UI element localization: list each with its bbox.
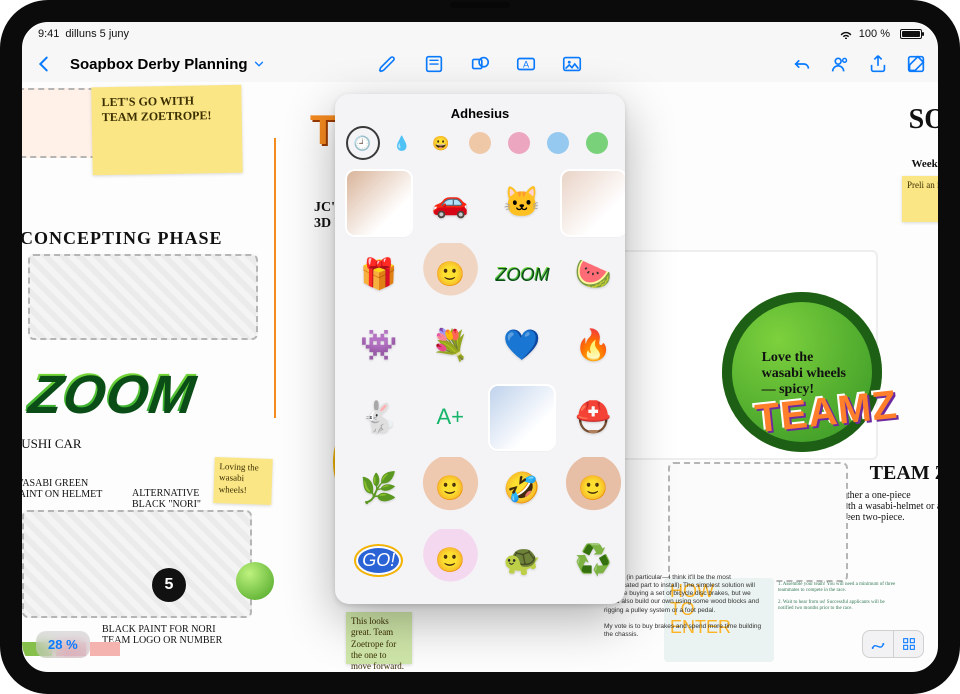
sticky-main[interactable]: LET'S GO WITH TEAM ZOETROPE! bbox=[91, 85, 243, 176]
zoom-wordart[interactable]: ZOOM bbox=[24, 362, 199, 424]
share-button[interactable] bbox=[866, 52, 890, 76]
sticker-zoom-word[interactable]: ZOOM bbox=[490, 243, 554, 307]
sticker-a-plus[interactable]: A+ bbox=[419, 386, 483, 450]
popover-tab-memoji3[interactable] bbox=[544, 129, 572, 157]
sketch-car-1[interactable] bbox=[28, 254, 258, 340]
sticker-gift[interactable]: 🎁 bbox=[347, 243, 411, 307]
collaborate-button[interactable] bbox=[828, 52, 852, 76]
ipad-camera-pill bbox=[450, 2, 510, 8]
popover-title: Adhesius bbox=[335, 94, 625, 129]
blueprint[interactable] bbox=[668, 462, 848, 582]
sticker-memoji-love[interactable]: 🙂 bbox=[562, 457, 626, 521]
logo-ooope[interactable] bbox=[22, 88, 102, 158]
popover-tab-memoji1[interactable] bbox=[466, 129, 494, 157]
view-toggle-freeform[interactable] bbox=[863, 631, 893, 657]
sticker-photo-kid[interactable] bbox=[490, 386, 554, 450]
five-ball[interactable]: 5 bbox=[152, 568, 186, 602]
popover-tab-memoji4[interactable] bbox=[583, 129, 611, 157]
sticker-kitten[interactable]: 🐱 bbox=[490, 171, 554, 235]
sticker-hands-heart[interactable] bbox=[562, 171, 626, 235]
tool-draw[interactable] bbox=[376, 52, 400, 76]
sticker-turtle[interactable]: 🐢 bbox=[490, 529, 554, 593]
sticker-rabbit[interactable]: 🐇 bbox=[347, 386, 411, 450]
sticker-helmet[interactable]: ⛑️ bbox=[562, 386, 626, 450]
label-sushi[interactable]: SUSHI CAR bbox=[22, 436, 82, 452]
sticker-memoji-explode[interactable]: 🙂 bbox=[419, 243, 483, 307]
tool-shape[interactable] bbox=[468, 52, 492, 76]
navbar: Soapbox Derby Planning A bbox=[22, 46, 938, 82]
label-team-z-desc[interactable]: Either a one-piece with a wasabi-helmet … bbox=[838, 490, 938, 523]
status-date: dilluns 5 juny bbox=[65, 28, 129, 40]
stickers-popover: Adhesius 🕘💧😀 🚗🐱🎁🙂ZOOM🍉👾💐💙🔥🐇A+⛑️🌿🙂🤣🙂GO!🙂🐢… bbox=[335, 94, 625, 604]
wifi-icon bbox=[839, 29, 853, 39]
wasabi-ball[interactable] bbox=[236, 562, 274, 600]
sticker-watermelon[interactable]: 🍉 bbox=[562, 243, 626, 307]
popover-tab-stickers[interactable]: 💧 bbox=[388, 129, 416, 157]
sticker-monster[interactable]: 👾 bbox=[347, 314, 411, 378]
sticker-monstera[interactable]: 🌿 bbox=[347, 457, 411, 521]
tool-sticky-note[interactable] bbox=[422, 52, 446, 76]
back-button[interactable] bbox=[32, 52, 56, 76]
label-team-z-heading[interactable]: TEAM Z bbox=[870, 462, 938, 485]
zoom-level-value: 28 % bbox=[48, 637, 78, 652]
label-concepting[interactable]: CONCEPTING PHASE bbox=[22, 228, 223, 249]
paragraph-vote[interactable]: system (in particular—I think it'll be t… bbox=[604, 574, 764, 639]
board-title-dropdown[interactable]: Soapbox Derby Planning bbox=[70, 56, 266, 73]
popover-tabs: 🕘 💧 😀 bbox=[335, 129, 625, 167]
svg-text:A: A bbox=[523, 60, 530, 70]
sticker-memoji-flowers[interactable]: 🙂 bbox=[419, 529, 483, 593]
label-black-paint[interactable]: BLACK PAINT FOR NORI TEAM LOGO OR NUMBER bbox=[102, 624, 222, 646]
enter-fineprint[interactable]: 1. Assemble your team! You will need a m… bbox=[778, 582, 898, 612]
tool-textbox[interactable]: A bbox=[514, 52, 538, 76]
view-toggle-grid[interactable] bbox=[893, 631, 923, 657]
sticker-rofl[interactable]: 🤣 bbox=[490, 457, 554, 521]
sticker-grid[interactable]: 🚗🐱🎁🙂ZOOM🍉👾💐💙🔥🐇A+⛑️🌿🙂🤣🙂GO!🙂🐢♻️ bbox=[335, 167, 625, 604]
popover-tab-memoji2[interactable] bbox=[505, 129, 533, 157]
sticker-go-word[interactable]: GO! bbox=[347, 529, 411, 593]
status-bar: 9:41 dilluns 5 juny 100 % bbox=[22, 22, 938, 46]
label-week[interactable]: Week 1 bbox=[911, 158, 938, 170]
battery-percent: 100 % bbox=[859, 28, 890, 40]
sticker-fire-wheel[interactable]: 🔥 bbox=[562, 314, 626, 378]
sticker-photo-hug[interactable] bbox=[347, 171, 411, 235]
label-so[interactable]: SO bbox=[909, 104, 938, 136]
sticky-vote[interactable]: This looks great. Team Zoetrope for the … bbox=[346, 612, 412, 664]
compose-button[interactable] bbox=[904, 52, 928, 76]
sticker-blue-heart[interactable]: 💙 bbox=[490, 314, 554, 378]
sketch-sushi-car[interactable] bbox=[22, 510, 252, 618]
board-title: Soapbox Derby Planning bbox=[70, 56, 248, 73]
status-time: 9:41 bbox=[38, 28, 59, 40]
sticky-loving-wasabi[interactable]: Loving the wasabi wheels! bbox=[213, 457, 273, 505]
connector-line bbox=[274, 138, 310, 418]
view-toggle bbox=[862, 630, 924, 658]
label-wasabi-helmet[interactable]: WASABI GREEN PAINT ON HELMET bbox=[22, 478, 102, 500]
sticker-recycle[interactable]: ♻️ bbox=[562, 529, 626, 593]
tool-media[interactable] bbox=[560, 52, 584, 76]
chevron-down-icon bbox=[252, 57, 266, 71]
sticker-bouquet[interactable]: 💐 bbox=[419, 314, 483, 378]
sticky-preli[interactable]: Preli an i bbox=[902, 176, 938, 222]
battery-icon bbox=[900, 29, 922, 39]
sticker-memoji-hi[interactable]: 🙂 bbox=[419, 457, 483, 521]
undo-button[interactable] bbox=[790, 52, 814, 76]
sticker-car-red[interactable]: 🚗 bbox=[419, 171, 483, 235]
zoom-level[interactable]: 28 % bbox=[36, 631, 90, 658]
popover-tab-emoji[interactable]: 😀 bbox=[427, 129, 455, 157]
popover-tab-recent[interactable]: 🕘 bbox=[349, 129, 377, 157]
